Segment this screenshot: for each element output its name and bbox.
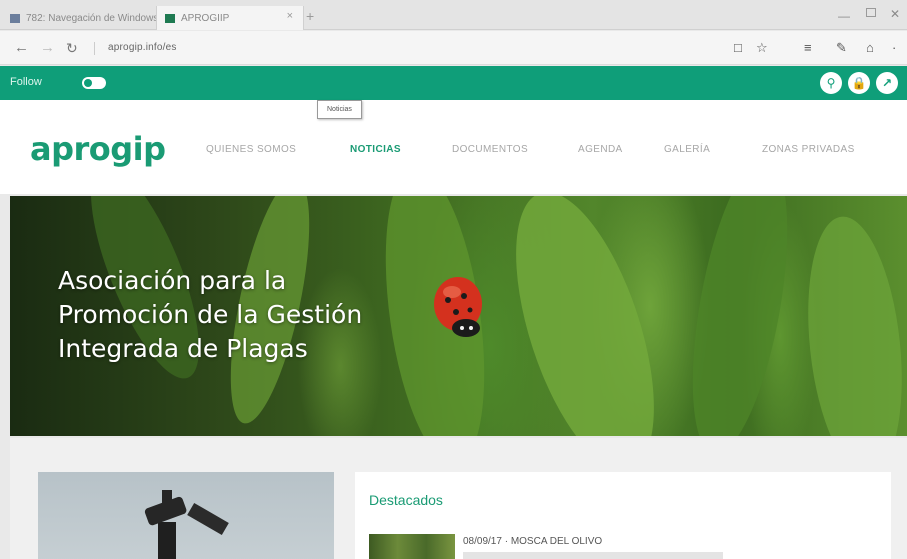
maximize-button[interactable] xyxy=(866,8,876,17)
news-title: MOSCA DEL OLIVO xyxy=(510,536,603,547)
address-bar: ← → ↻ aprogip.info/es □ ☆ ≡ ✎ ⌂ · xyxy=(0,31,907,65)
hub-icon[interactable]: ≡ xyxy=(804,40,812,55)
nav-item-galeria[interactable]: GALERÍA xyxy=(664,144,710,155)
news-excerpt-placeholder xyxy=(463,552,723,559)
hero-title: Asociación para la Promoción de la Gesti… xyxy=(58,264,362,366)
search-circle-icon[interactable]: ⚲ xyxy=(820,72,842,94)
news-item-headline[interactable]: 08/09/17 · MOSCA DEL OLIVO xyxy=(463,536,602,547)
url-separator xyxy=(94,42,95,55)
hero-banner: Asociación para la Promoción de la Gesti… xyxy=(10,196,907,436)
hero-title-line-2: Promoción de la Gestión xyxy=(58,300,363,329)
follow-toggle[interactable] xyxy=(82,77,106,89)
featured-section-title: Destacados xyxy=(369,492,443,508)
hero-title-line-1: Asociación para la xyxy=(58,266,287,295)
site-topbar: Follow ⚲ 🔒 ↗ xyxy=(0,66,907,100)
sprinkler-image xyxy=(144,490,229,559)
lock-circle-icon[interactable]: 🔒 xyxy=(848,72,870,94)
hero-leaf-shape xyxy=(674,196,806,436)
hero-leaf-shape xyxy=(796,212,907,436)
ladybug-image xyxy=(434,277,482,337)
favorite-star-icon[interactable]: ☆ xyxy=(756,40,768,56)
hero-title-line-3: Integrada de Plagas xyxy=(58,334,308,363)
hero-leaf-shape xyxy=(487,196,683,436)
minimize-button[interactable]: — xyxy=(838,9,850,23)
browser-tab-2-active[interactable]: APROGIIP × xyxy=(156,6,304,30)
tab-title: APROGIIP xyxy=(181,12,230,24)
tab-favicon-icon xyxy=(10,13,20,23)
browser-tab-1[interactable]: 782: Navegación de Windows xyxy=(6,6,156,30)
nav-tooltip: Noticias xyxy=(317,100,362,119)
forward-arrow-icon[interactable]: → xyxy=(40,39,55,56)
tab-title: 782: Navegación de Windows xyxy=(26,12,156,24)
link-circle-icon[interactable]: ↗ xyxy=(876,72,898,94)
new-tab-button[interactable]: + xyxy=(306,8,314,24)
nav-item-documentos[interactable]: DOCUMENTOS xyxy=(452,144,528,155)
url-field[interactable]: aprogip.info/es xyxy=(108,42,177,53)
share-icon[interactable]: ⌂ xyxy=(866,40,874,55)
site-header: aprogip QUIENES SOMOS NOTICIAS DOCUMENTO… xyxy=(0,100,907,194)
news-date: 08/09/17 xyxy=(463,536,502,547)
reading-view-icon[interactable]: □ xyxy=(734,40,742,55)
nav-item-noticias[interactable]: NOTICIAS xyxy=(350,144,401,155)
featured-image-card[interactable] xyxy=(38,472,334,559)
follow-label: Follow xyxy=(10,76,42,88)
nav-item-agenda[interactable]: AGENDA xyxy=(578,144,623,155)
nav-item-zonas-privadas[interactable]: ZONAS PRIVADAS xyxy=(762,144,855,155)
close-window-button[interactable]: ✕ xyxy=(890,7,900,21)
more-icon[interactable]: · xyxy=(892,40,896,55)
browser-tab-strip: 782: Navegación de Windows APROGIIP × + … xyxy=(0,0,907,30)
tab-close-icon[interactable]: × xyxy=(287,10,293,22)
news-thumbnail[interactable] xyxy=(369,534,455,559)
reload-icon[interactable]: ↻ xyxy=(66,40,78,57)
site-logo[interactable]: aprogip xyxy=(30,130,166,168)
nav-item-quienes-somos[interactable]: QUIENES SOMOS xyxy=(206,144,296,155)
tab-favicon-icon xyxy=(165,13,175,23)
featured-news-card: Destacados 08/09/17 · MOSCA DEL OLIVO xyxy=(355,472,891,559)
back-arrow-icon[interactable]: ← xyxy=(14,39,29,56)
main-content: Destacados 08/09/17 · MOSCA DEL OLIVO xyxy=(10,438,907,559)
web-note-icon[interactable]: ✎ xyxy=(836,40,847,56)
